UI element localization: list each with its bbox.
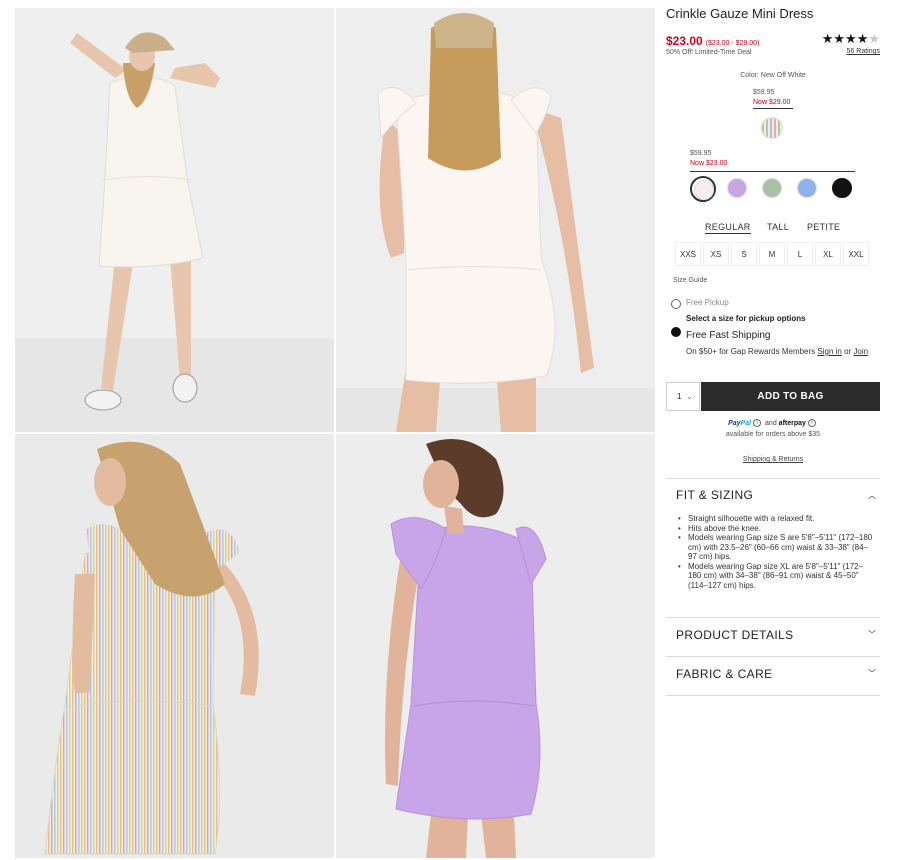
product-image-1[interactable]	[15, 8, 334, 432]
divider	[666, 695, 880, 696]
payment-availability: available for orders above $35	[725, 431, 821, 438]
paypal-logo: PayPal	[728, 420, 751, 427]
star-icon: ★	[821, 31, 834, 46]
swatch-lavender[interactable]	[725, 176, 751, 202]
chevron-down-icon[interactable]: ﹀	[868, 629, 876, 640]
product-details-header[interactable]: PRODUCT DETAILS	[676, 628, 794, 642]
add-to-bag-button[interactable]: ADD TO BAG	[701, 382, 880, 411]
pickup-label: Free Pickup	[686, 298, 729, 307]
pickup-radio[interactable]	[671, 299, 681, 309]
shipping-subtext-text: On $50+ for Gap Rewards Members	[686, 347, 818, 356]
list-item: Hits above the knee.	[676, 524, 876, 534]
product-image-3[interactable]	[15, 434, 334, 858]
tier1-sale-price: Now $29.00	[753, 99, 793, 109]
paypal-logo-b: Pal	[740, 419, 752, 427]
pickup-subtext: Select a size for pickup options	[686, 314, 806, 323]
divider	[666, 478, 880, 479]
size-xl[interactable]: XL	[815, 242, 841, 266]
size-xxl[interactable]: XXL	[843, 242, 869, 266]
afterpay-logo: afterpay	[778, 419, 806, 427]
tab-regular[interactable]: REGULAR	[705, 222, 751, 234]
rating-stars[interactable]: ★★★★★	[822, 31, 880, 47]
swatch-sage[interactable]	[760, 176, 786, 202]
shipping-radio[interactable]	[671, 327, 681, 337]
shipping-returns-link[interactable]: Shipping & Returns	[666, 456, 880, 463]
size-xs[interactable]: XS	[703, 242, 729, 266]
or-text: or	[841, 347, 854, 356]
tab-petite[interactable]: PETITE	[807, 222, 840, 232]
star-icon: ★	[833, 31, 846, 46]
list-item: Models wearing Gap size S are 5'8"–5'11"…	[676, 533, 876, 562]
tier2-sale-price: Now $23.00	[690, 160, 728, 167]
color-label: Color: New Off White	[740, 72, 806, 79]
shipping-subtext: On $50+ for Gap Rewards Members Sign in …	[686, 346, 876, 358]
info-icon[interactable]: i	[753, 419, 762, 427]
list-item: Models wearing Gap size XL are 5'8"–5'11…	[676, 562, 876, 591]
join-link[interactable]: Join	[853, 347, 868, 356]
paypal-logo-a: Pay	[728, 419, 741, 427]
swatch-light-blue[interactable]	[795, 176, 821, 202]
ratings-link[interactable]: 56 Ratings	[847, 48, 880, 55]
star-icon: ★	[856, 31, 869, 46]
swatch-fill	[797, 178, 817, 198]
deal-text: 50% Off! Limited-Time Deal	[666, 49, 752, 56]
product-gallery	[15, 8, 656, 860]
swatch-black[interactable]	[830, 176, 856, 202]
sign-in-link[interactable]: Sign in	[817, 347, 841, 356]
current-price: $23.00	[666, 34, 703, 48]
swatch-new-off-white[interactable]	[690, 176, 716, 202]
swatch-rainbow-stripe[interactable]	[761, 117, 783, 139]
tier2-original-price: $59.95	[690, 150, 712, 157]
swatch-fill	[832, 178, 852, 198]
tab-tall[interactable]: TALL	[767, 222, 789, 232]
divider	[666, 656, 880, 657]
and-text: and	[765, 419, 777, 427]
tier2-divider	[690, 171, 855, 172]
list-item: Straight silhouette with a relaxed fit.	[676, 514, 876, 524]
size-guide-link[interactable]: Size Guide	[673, 277, 707, 284]
shipping-label: Free Fast Shipping	[686, 330, 771, 341]
star-empty-icon: ★	[868, 31, 880, 46]
chevron-down-icon: ⌄	[686, 393, 693, 401]
size-m[interactable]: M	[759, 242, 785, 266]
swatch-fill	[694, 180, 714, 200]
swatch-fill	[762, 178, 782, 198]
size-s[interactable]: S	[731, 242, 757, 266]
quantity-select[interactable]: 1 ⌄	[666, 382, 700, 411]
product-title: Crinkle Gauze Mini Dress	[666, 6, 814, 21]
size-l[interactable]: L	[787, 242, 813, 266]
product-image-2[interactable]	[336, 8, 655, 432]
chevron-up-icon[interactable]: ︿	[868, 490, 876, 501]
payment-options: PayPal i and afterpay i	[666, 419, 880, 427]
fit-sizing-header[interactable]: FIT & SIZING	[676, 488, 753, 502]
fabric-care-header[interactable]: FABRIC & CARE	[676, 667, 773, 681]
star-icon: ★	[845, 31, 857, 46]
info-icon[interactable]: i	[807, 419, 816, 427]
swatch-fill	[727, 178, 747, 198]
size-xxs[interactable]: XXS	[675, 242, 701, 266]
product-image-4[interactable]	[336, 434, 655, 858]
chevron-down-icon[interactable]: ﹀	[868, 668, 876, 679]
price-row: $23.00 ($23.00 - $29.00)	[666, 32, 759, 50]
fit-sizing-list: Straight silhouette with a relaxed fit. …	[676, 514, 876, 590]
quantity-value: 1	[677, 392, 682, 401]
divider	[666, 617, 880, 618]
price-range: ($23.00 - $29.00)	[705, 40, 760, 47]
tier1-original-price: $59.95	[753, 89, 775, 96]
